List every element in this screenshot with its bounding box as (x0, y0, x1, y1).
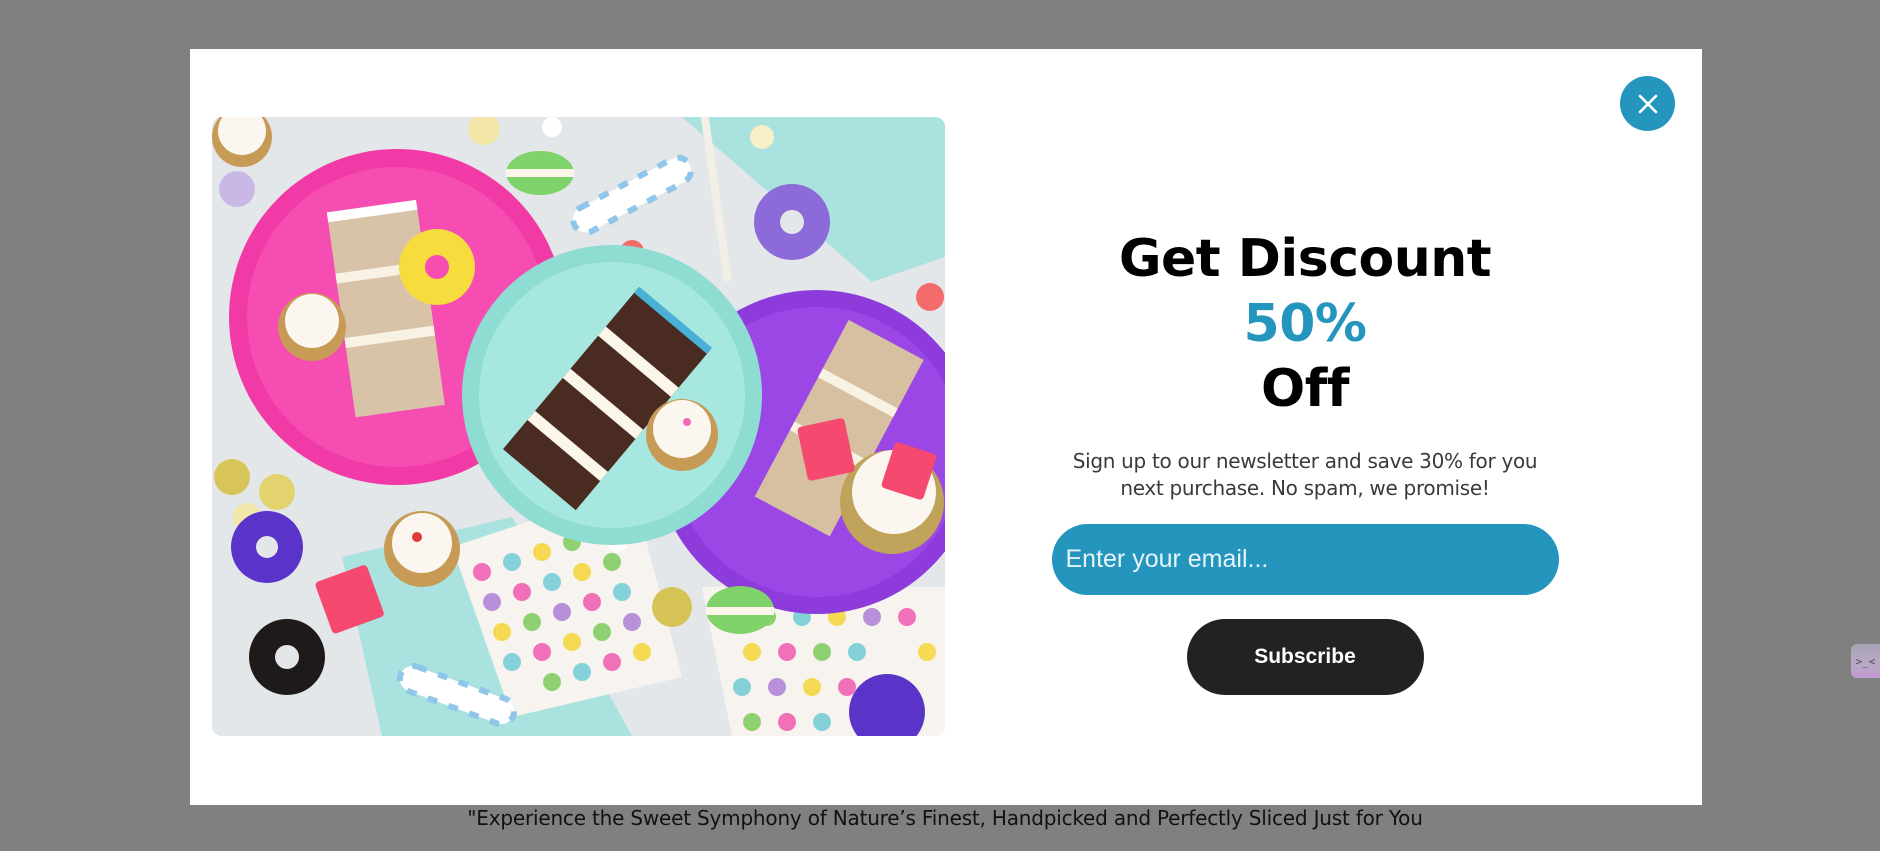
subscribe-button[interactable]: Subscribe (1186, 619, 1424, 695)
close-icon (1638, 94, 1657, 113)
headline-main: Get Discount (1118, 229, 1492, 289)
popup-headline: Get Discount 50% Off (1050, 227, 1560, 422)
signup-panel: Get Discount 50% Off Sign up to our news… (1050, 227, 1560, 695)
side-widget-tab[interactable]: >_< (1851, 644, 1880, 678)
hero-image (212, 117, 945, 736)
page-caption: "Experience the Sweet Symphony of Nature… (467, 806, 1423, 830)
party-food-illustration (212, 117, 945, 736)
chat-widget-icon: >_< (1855, 654, 1876, 668)
headline-accent: 50% (1243, 294, 1367, 354)
email-input[interactable] (1051, 524, 1559, 595)
headline-tail: Off (1261, 359, 1349, 419)
close-button[interactable] (1620, 76, 1675, 131)
newsletter-popup: Get Discount 50% Off Sign up to our news… (190, 49, 1702, 805)
popup-description: Sign up to our newsletter and save 30% f… (1072, 449, 1538, 500)
